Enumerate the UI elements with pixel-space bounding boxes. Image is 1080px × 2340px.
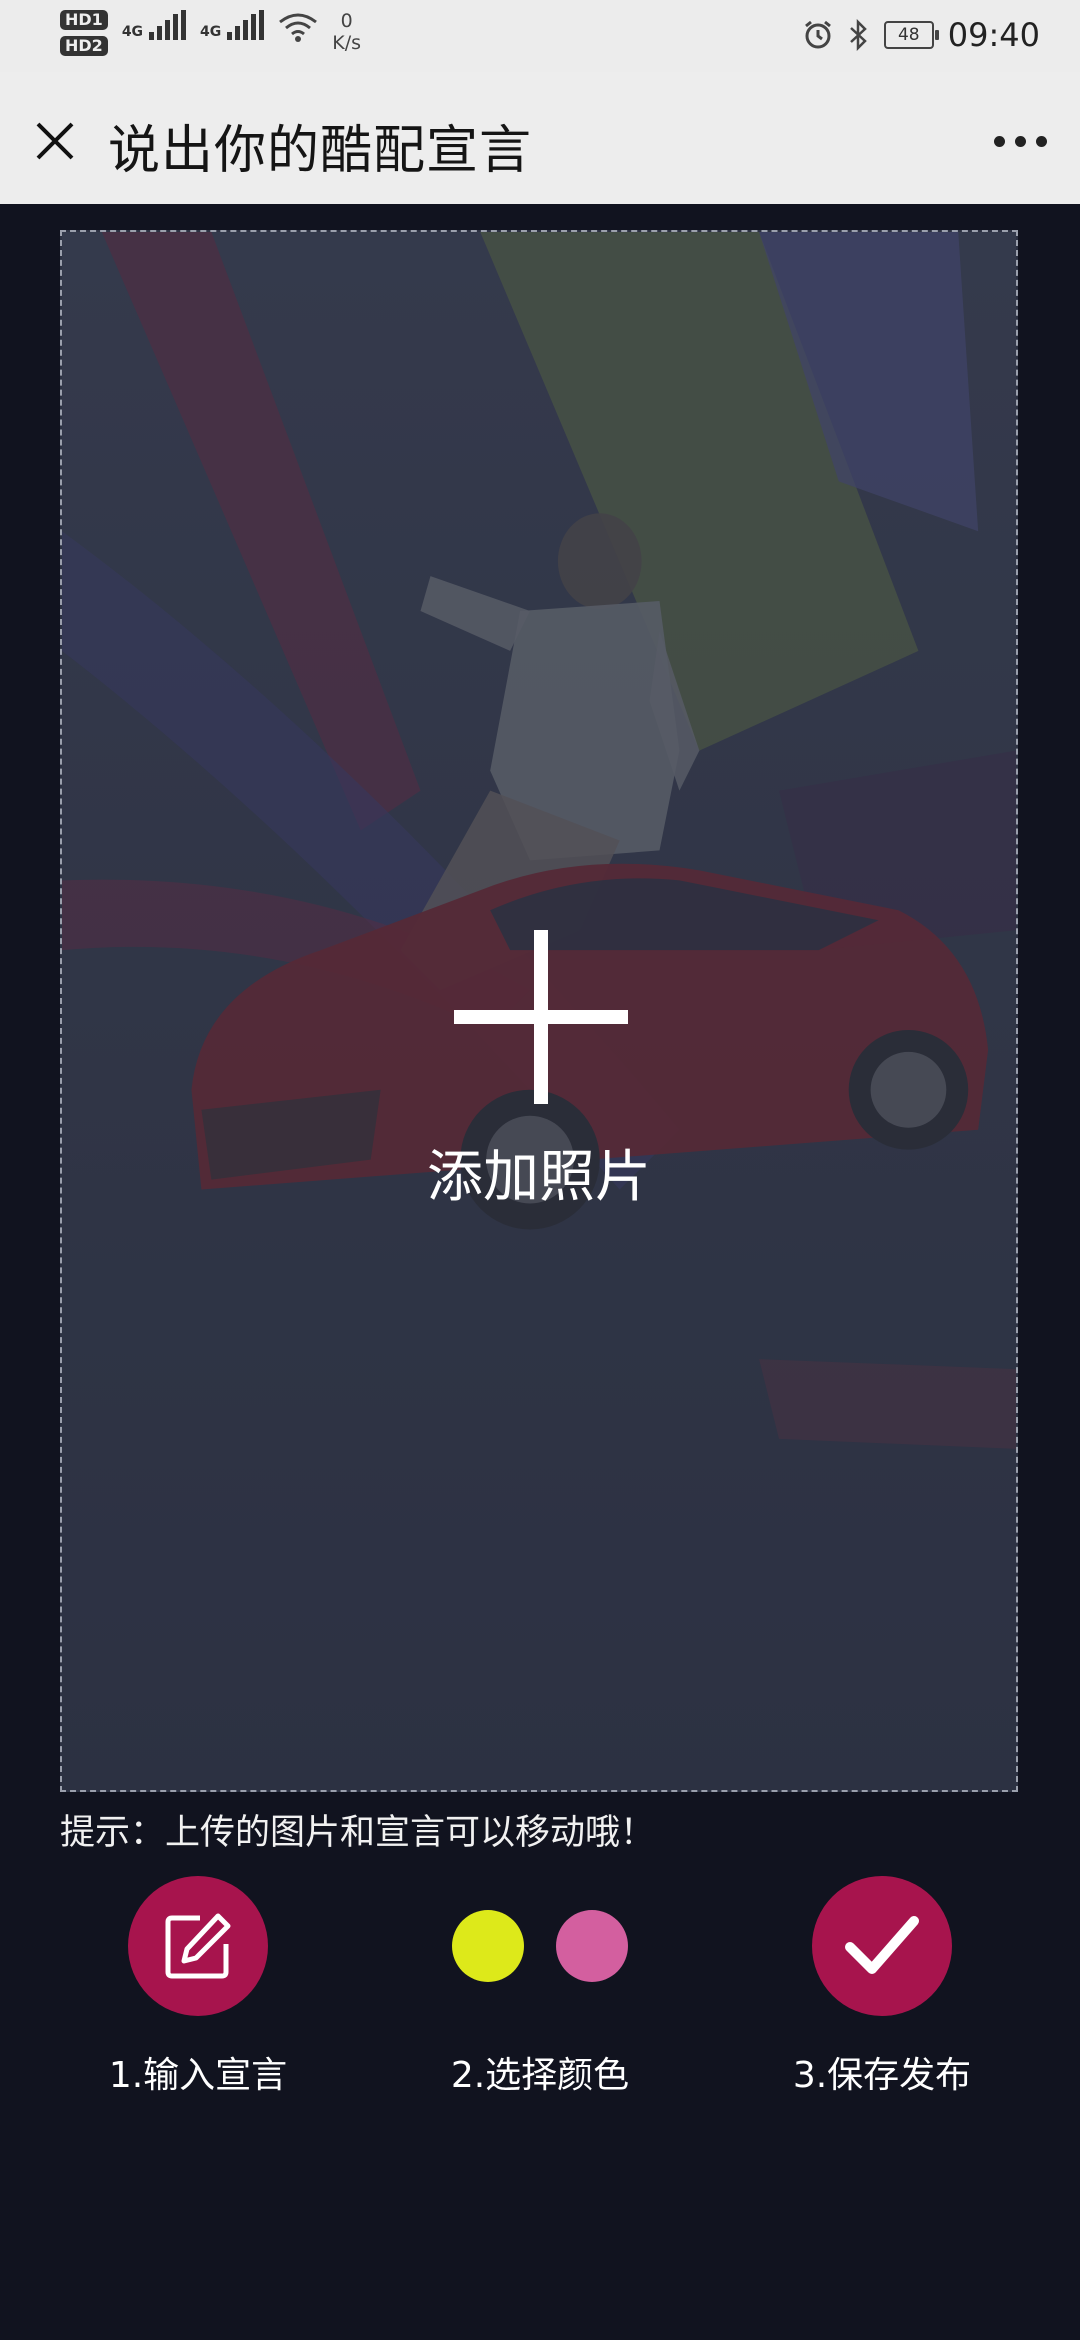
speed-value: 0 <box>340 10 353 32</box>
step-1-label: 1.输入宣言 <box>108 2055 288 2096</box>
check-icon <box>845 1916 919 1974</box>
battery-icon: 48 <box>883 21 939 49</box>
add-photo-label: 添加照片 <box>427 1145 651 1210</box>
clock: 09:40 <box>947 16 1040 54</box>
save-publish-button[interactable] <box>812 1876 952 2016</box>
status-left: HD1 HD2 4G 4G 0 K/s <box>60 10 361 56</box>
step-2-label: 2.选择颜色 <box>450 2055 630 2096</box>
page-title: 说出你的酷配宣言 <box>108 121 533 181</box>
sim-badges: HD1 HD2 <box>60 10 108 56</box>
network-speed: 0 K/s <box>332 10 361 54</box>
edit-icon <box>165 1913 231 1979</box>
wifi-icon <box>279 13 318 42</box>
network-type-2: 4G <box>200 24 222 40</box>
hint-text: 提示：上传的图片和宣言可以移动哦！ <box>60 1813 656 1853</box>
more-icon[interactable] <box>994 126 1050 156</box>
alarm-icon <box>804 20 831 49</box>
plus-icon <box>454 930 628 1104</box>
title-bar: 说出你的酷配宣言 <box>0 72 1080 204</box>
battery-level: 48 <box>897 25 920 45</box>
network-type-1: 4G <box>121 24 144 40</box>
sim1-badge: HD1 <box>60 10 108 30</box>
photo-canvas[interactable]: 添加照片 <box>60 230 1018 1792</box>
step-3-label: 3.保存发布 <box>792 2055 972 2096</box>
bluetooth-icon <box>849 19 867 51</box>
status-right: 48 09:40 <box>802 16 1040 54</box>
step-toolbar: 1.输入宣言 2.选择颜色 3.保存发布 <box>0 1876 1080 2096</box>
status-bar: HD1 HD2 4G 4G 0 K/s 48 09:40 <box>0 0 1080 72</box>
enter-slogan-button[interactable] <box>128 1876 268 2016</box>
add-photo-button[interactable]: 添加照片 <box>62 232 1016 1790</box>
sim2-badge: HD2 <box>60 36 108 56</box>
signal-icon: 4G <box>121 10 187 40</box>
color-swatch-pink[interactable] <box>556 1910 628 1982</box>
speed-unit: K/s <box>332 32 362 54</box>
color-swatch-yellow[interactable] <box>452 1910 524 1982</box>
signal-icon: 4G <box>200 10 265 40</box>
close-icon[interactable] <box>30 116 80 166</box>
